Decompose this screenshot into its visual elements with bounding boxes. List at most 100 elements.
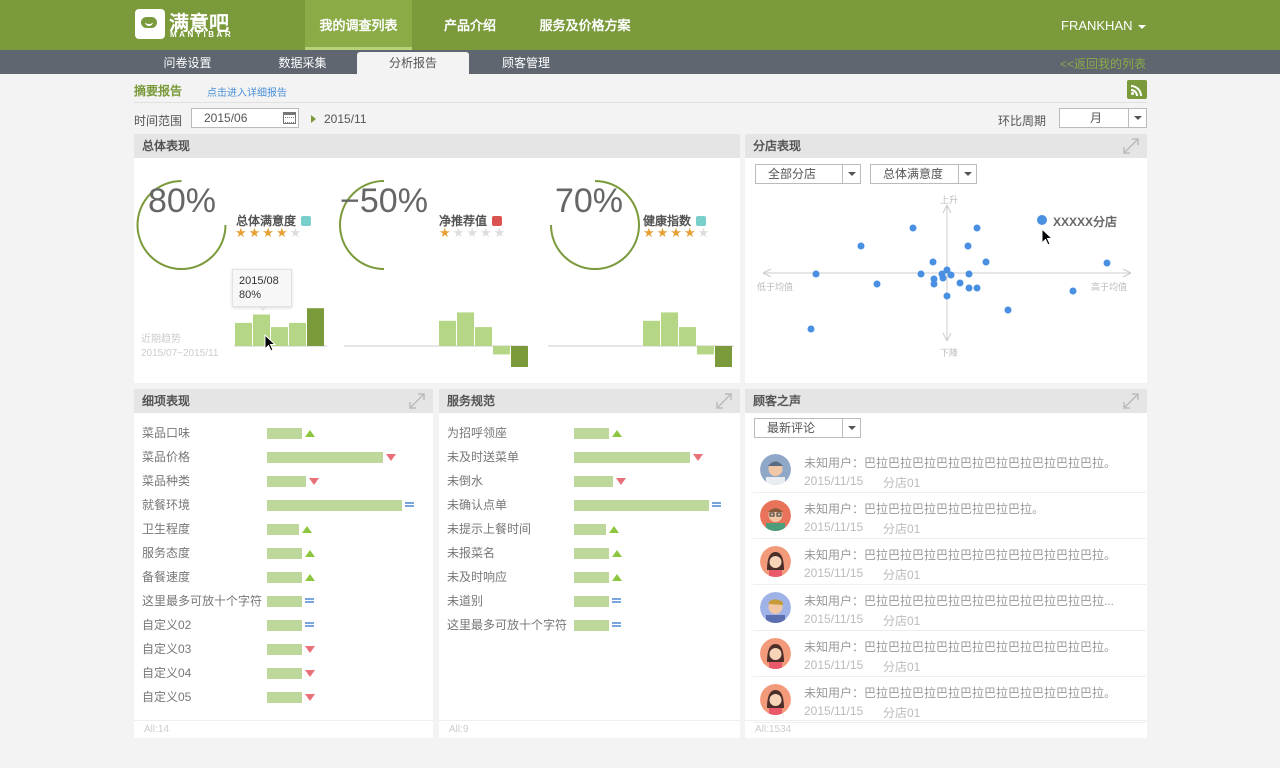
trend-bar[interactable] [661,312,678,346]
detail-row-bar [267,428,302,439]
branch-point[interactable] [909,224,917,232]
service-row[interactable]: 未及时送菜单 [447,445,727,469]
detail-row[interactable]: 菜品价格 [142,445,422,469]
service-row[interactable]: 未倒水 [447,469,727,493]
mouse-cursor [264,334,276,352]
trend-bar[interactable] [289,322,306,346]
start-date-input[interactable]: 2015/06 [191,108,299,128]
branch-point[interactable] [807,325,815,333]
service-row[interactable]: 未道别 [447,589,727,613]
tab-survey-settings[interactable]: 问卷设置 [150,52,225,74]
branch-point[interactable] [964,242,972,250]
details-panel-header: 细项表现 [134,389,433,413]
review-text: 未知用户：巴拉巴拉巴拉巴拉巴拉巴拉巴拉巴拉巴拉巴拉。 [804,548,1117,562]
nav-pricing[interactable]: 服务及价格方案 [528,0,642,50]
branch-point[interactable] [973,224,981,232]
branch-point[interactable] [982,258,990,266]
service-row-label: 为招呼领座 [447,426,508,440]
star-rating-2: ★★★★★ [439,225,508,240]
trend-bar[interactable] [697,346,714,355]
service-row[interactable]: 未及时响应 [447,565,727,589]
nav-my-surveys[interactable]: 我的调查列表 [305,0,412,50]
tab-customer-management[interactable]: 顾客管理 [490,52,562,74]
detail-row[interactable]: 备餐速度 [142,565,422,589]
detail-row[interactable]: 卫生程度 [142,517,422,541]
trend-bar[interactable] [679,327,696,346]
detail-row[interactable]: 这里最多可放十个字符 [142,589,422,613]
trend-flat-icon [405,502,414,507]
detail-row[interactable]: 菜品口味 [142,421,422,445]
rss-icon[interactable] [1127,80,1147,99]
service-row[interactable]: 这里最多可放十个字符 [447,613,727,637]
detail-row[interactable]: 自定义04 [142,661,422,685]
trend-bar[interactable] [439,320,456,346]
service-row-label: 未及时送菜单 [447,450,520,464]
branch-point[interactable] [930,280,938,288]
branch-point[interactable] [943,292,951,300]
branch-point[interactable] [873,280,881,288]
branch-point[interactable] [1004,306,1012,314]
trend-bar[interactable] [511,346,528,367]
details-footer: All:14 [134,720,433,738]
user-menu[interactable]: FRANKHAN [1061,0,1146,50]
trend-bar[interactable] [643,320,660,346]
tab-data-collection[interactable]: 数据采集 [265,52,340,74]
trend-bar[interactable] [715,346,732,367]
detail-row-label: 自定义04 [142,666,192,680]
branch-point[interactable] [973,284,981,292]
service-row[interactable]: 为招呼领座 [447,421,727,445]
review-item[interactable]: 未知用户：巴拉巴拉巴拉巴拉巴拉巴拉巴拉巴拉巴拉巴拉。 2015/11/15 分店01 [753,447,1146,493]
service-row[interactable]: 未报菜名 [447,541,727,565]
detail-row[interactable]: 自定义05 [142,685,422,709]
branch-point[interactable] [956,279,964,287]
detail-row[interactable]: 服务态度 [142,541,422,565]
tooltip-date: 2015/08 [239,275,279,287]
trend-bar[interactable] [307,308,324,346]
branch-point[interactable] [857,242,865,250]
trend-range: 2015/07~2015/11 [141,348,219,359]
user-name: FRANKHAN [1061,18,1133,33]
review-item[interactable]: 未知用户：巴拉巴拉巴拉巴拉巴拉巴拉巴拉。 2015/11/15 分店01 [753,493,1146,539]
trend-bar[interactable] [457,312,474,346]
detail-row[interactable]: 就餐环境 [142,493,422,517]
review-sort-select[interactable]: 最新评论 [754,418,861,438]
review-text: 未知用户：巴拉巴拉巴拉巴拉巴拉巴拉巴拉巴拉巴拉巴拉。 [804,640,1117,654]
back-to-list-link[interactable]: <<返回我的列表 [1060,55,1146,72]
service-row[interactable]: 未提示上餐时间 [447,517,727,541]
branch-point[interactable] [947,271,955,279]
detail-row[interactable]: 自定义02 [142,613,422,637]
branch-point[interactable] [939,274,947,282]
review-item[interactable]: 未知用户：巴拉巴拉巴拉巴拉巴拉巴拉巴拉巴拉巴拉巴拉... 2015/11/15 分店… [753,585,1146,631]
trend-bar[interactable] [475,327,492,346]
detail-row[interactable]: 菜品种类 [142,469,422,493]
expand-icon[interactable] [409,393,425,409]
review-item[interactable]: 未知用户：巴拉巴拉巴拉巴拉巴拉巴拉巴拉巴拉巴拉巴拉。 2015/11/15 分店01 [753,539,1146,585]
review-item[interactable]: 未知用户：巴拉巴拉巴拉巴拉巴拉巴拉巴拉巴拉巴拉巴拉。 2015/11/15 分店01 [753,631,1146,677]
nav-product[interactable]: 产品介绍 [432,0,508,50]
expand-icon[interactable] [1123,138,1139,154]
detail-report-link[interactable]: 点击进入详细报告 [207,84,287,99]
trend-bar[interactable] [493,346,510,355]
detail-row[interactable]: 自定义03 [142,637,422,661]
trend-down-icon [305,646,315,653]
branch-point[interactable] [1103,259,1111,267]
branch-point[interactable] [965,284,973,292]
branch-point[interactable] [917,270,925,278]
service-row[interactable]: 未确认点单 [447,493,727,517]
service-row-label: 这里最多可放十个字符 [447,618,568,632]
branch-point[interactable] [965,270,973,278]
service-row-bar [574,428,609,439]
cycle-select[interactable]: 月 [1059,108,1147,128]
calendar-icon[interactable] [283,112,296,124]
trend-bar[interactable] [235,322,252,346]
detail-row-bar [267,548,302,559]
trend-flat-icon [612,598,621,603]
trend-tooltip: 2015/08 80% [232,269,292,307]
review-item[interactable]: 未知用户：巴拉巴拉巴拉巴拉巴拉巴拉巴拉巴拉巴拉巴拉。 2015/11/15 分店01 [753,677,1146,723]
branch-point[interactable] [929,258,937,266]
branch-point[interactable] [1069,287,1077,295]
branch-point[interactable] [812,270,820,278]
tab-analysis-report[interactable]: 分析报告 [357,52,469,74]
expand-icon[interactable] [716,393,732,409]
expand-icon[interactable] [1123,393,1139,409]
